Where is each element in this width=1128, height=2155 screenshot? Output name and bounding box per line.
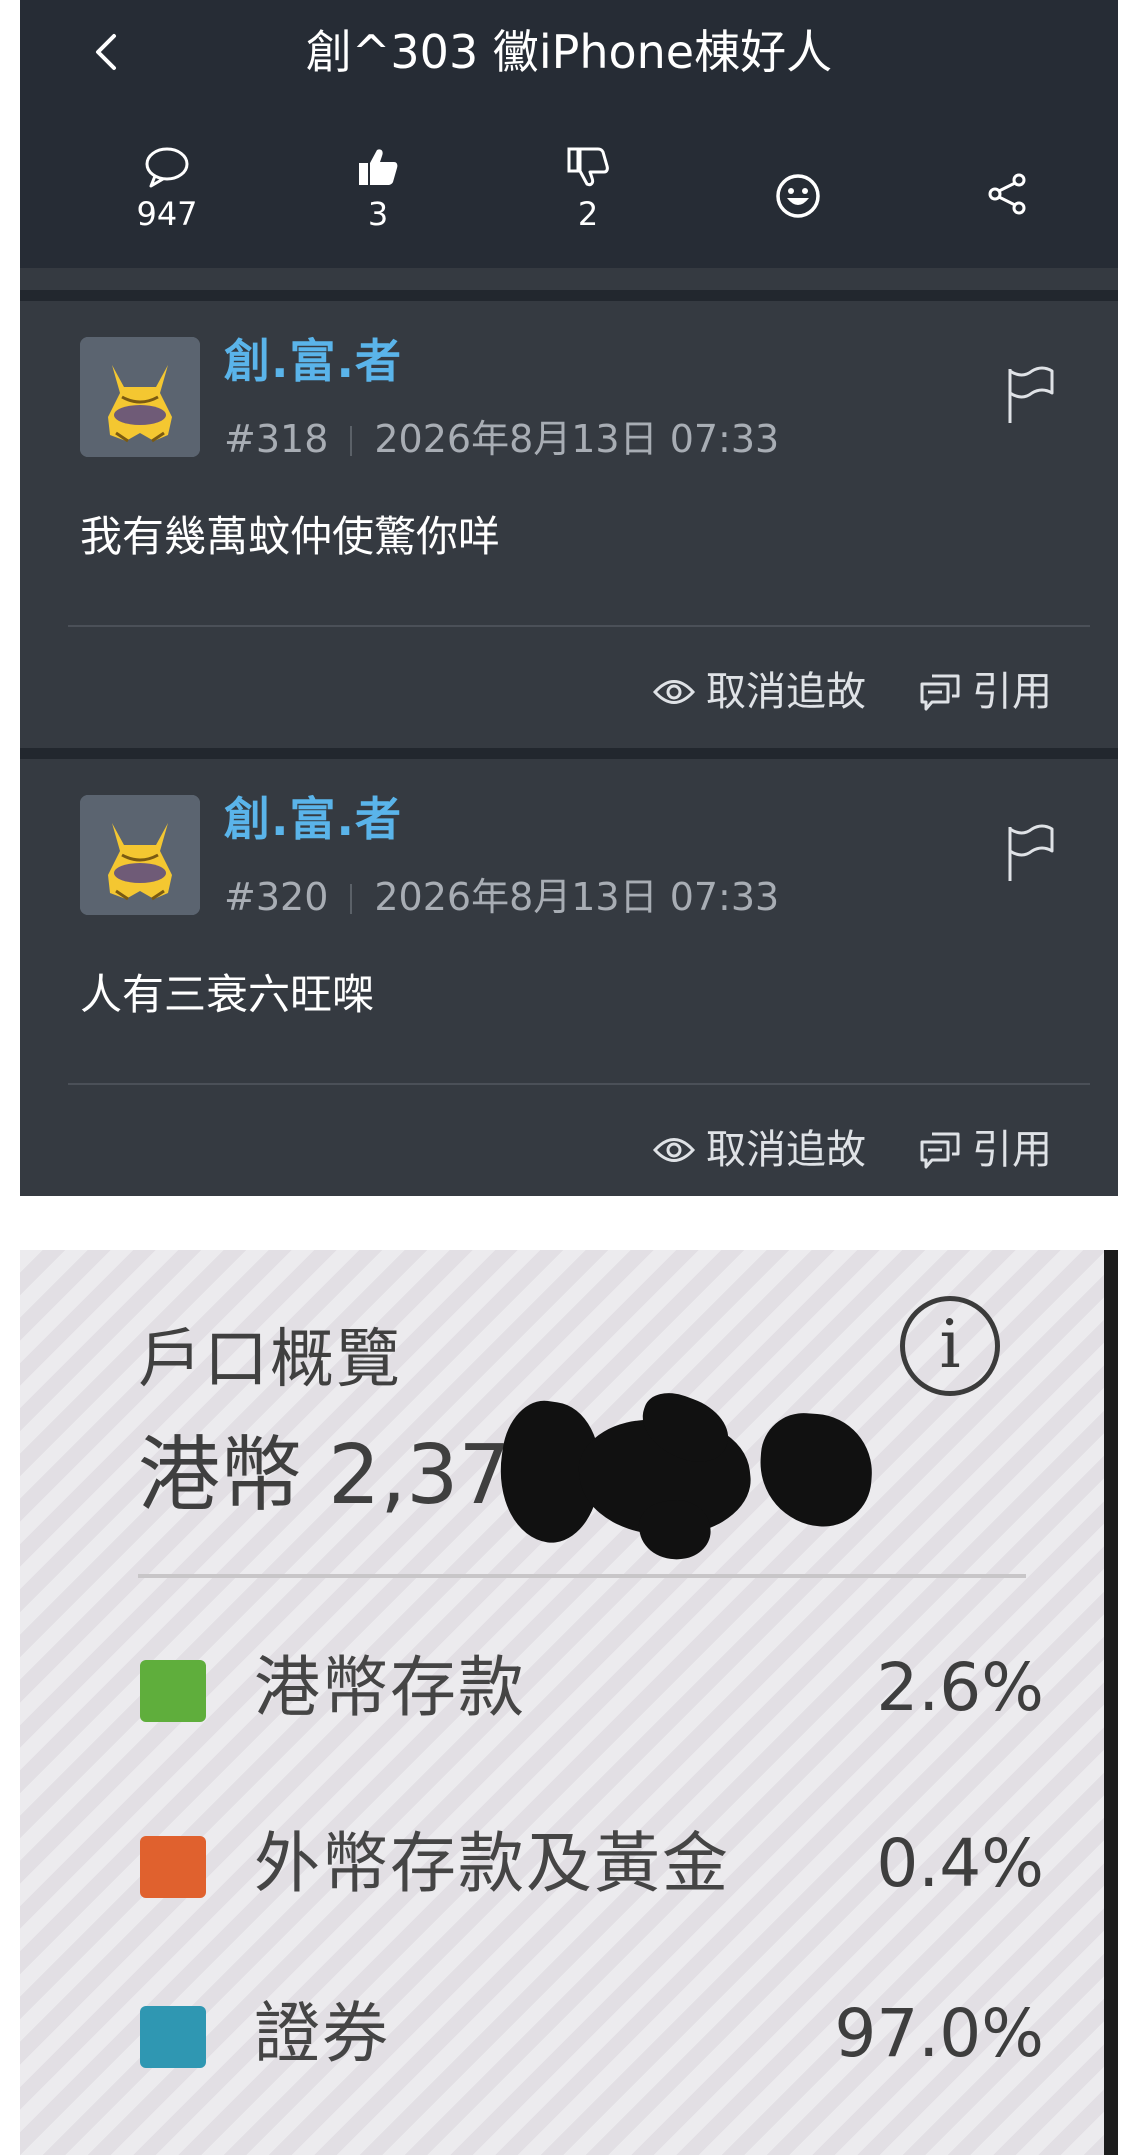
replies-count: 947 — [136, 195, 198, 233]
post-meta: #320 2026年8月13日 07:33 — [224, 871, 779, 923]
post-separator — [20, 290, 1118, 301]
thread-header: 創^303 黴iPhone棟好人 947 3 2 — [20, 0, 1118, 268]
quote-button[interactable]: 引用 — [918, 1123, 1052, 1177]
post-content: 人有三衰六旺㗎 — [80, 970, 375, 1019]
avatar[interactable] — [80, 337, 200, 457]
report-flag-icon[interactable] — [1002, 821, 1058, 885]
report-flag-icon[interactable] — [1002, 363, 1058, 427]
foreign-deposit-swatch — [140, 1836, 206, 1898]
forum-app: 創^303 黴iPhone棟好人 947 3 2 創.富.者 #318 2026… — [20, 0, 1118, 1196]
dislikes-count: 2 — [577, 195, 599, 233]
hkd-deposit-percent: 2.6% — [876, 1649, 1044, 1726]
hkd-deposit-swatch — [140, 1660, 206, 1722]
quote-label: 引用 — [972, 1127, 1052, 1173]
unfollow-button[interactable]: 取消追故 — [652, 665, 866, 719]
post-separator — [20, 748, 1118, 759]
share-button[interactable] — [947, 172, 1067, 216]
emoji-button[interactable] — [738, 172, 858, 220]
like-button[interactable]: 3 — [318, 146, 438, 234]
post-number: #318 — [224, 417, 329, 461]
foreign-deposit-percent: 0.4% — [876, 1825, 1044, 1902]
thread-title: 創^303 黴iPhone棟好人 — [305, 25, 833, 79]
dislike-button[interactable]: 2 — [528, 146, 648, 234]
post-datetime: 2026年8月13日 07:33 — [374, 875, 780, 919]
unfollow-label: 取消追故 — [706, 669, 866, 715]
eye-icon — [652, 680, 696, 704]
unfollow-label: 取消追故 — [706, 1127, 866, 1173]
quote-icon — [920, 674, 960, 711]
securities-percent: 97.0% — [834, 1995, 1044, 2072]
quote-icon — [920, 1132, 960, 1169]
account-balance: 港幣 2,37 — [138, 1428, 511, 1523]
post-datetime: 2026年8月13日 07:33 — [374, 417, 780, 461]
meta-divider — [350, 884, 353, 914]
photo-edge-shadow — [1104, 1250, 1118, 2155]
username[interactable]: 創.富.者 — [224, 331, 402, 391]
foreign-deposit-label: 外幣存款及黃金 — [254, 1825, 730, 1902]
share-icon — [988, 173, 1026, 215]
post-divider — [68, 1083, 1090, 1085]
securities-label: 證券 — [254, 1995, 390, 2072]
avatar[interactable] — [80, 795, 200, 915]
post-318: 創.富.者 #318 2026年8月13日 07:33 我有幾萬蚊仲使驚你咩 取消… — [20, 301, 1118, 748]
quote-button[interactable]: 引用 — [918, 665, 1052, 719]
emoji-icon — [776, 174, 820, 218]
account-overview-title: 戶口概覽 — [138, 1323, 402, 1397]
eye-icon — [652, 1138, 696, 1162]
unfollow-button[interactable]: 取消追故 — [652, 1123, 866, 1177]
username[interactable]: 創.富.者 — [224, 789, 402, 849]
abra-avatar-icon — [80, 795, 200, 915]
post-divider — [68, 625, 1090, 627]
hkd-deposit-label: 港幣存款 — [254, 1649, 526, 1726]
account-overview-photo: 戶口概覽 i 港幣 2,37 港幣存款 2.6% 外幣存款及黃金 0.4% 證券… — [20, 1250, 1118, 2155]
overview-divider — [138, 1574, 1026, 1578]
post-content: 我有幾萬蚊仲使驚你咩 — [80, 512, 501, 561]
comment-icon — [145, 147, 189, 188]
likes-count: 3 — [367, 195, 389, 233]
thumbs-down-icon — [567, 147, 609, 187]
post-number: #320 — [224, 875, 329, 919]
post-320: 創.富.者 #320 2026年8月13日 07:33 人有三衰六旺㗎 取消追故 … — [20, 759, 1118, 1196]
replies-button[interactable]: 947 — [107, 146, 227, 234]
quote-label: 引用 — [972, 669, 1052, 715]
abra-avatar-icon — [80, 337, 200, 457]
thumbs-up-icon — [359, 149, 398, 185]
post-meta: #318 2026年8月13日 07:33 — [224, 413, 779, 465]
back-arrow-icon[interactable] — [84, 28, 132, 76]
securities-swatch — [140, 2006, 206, 2068]
meta-divider — [350, 426, 353, 456]
info-icon: i — [900, 1296, 1000, 1396]
